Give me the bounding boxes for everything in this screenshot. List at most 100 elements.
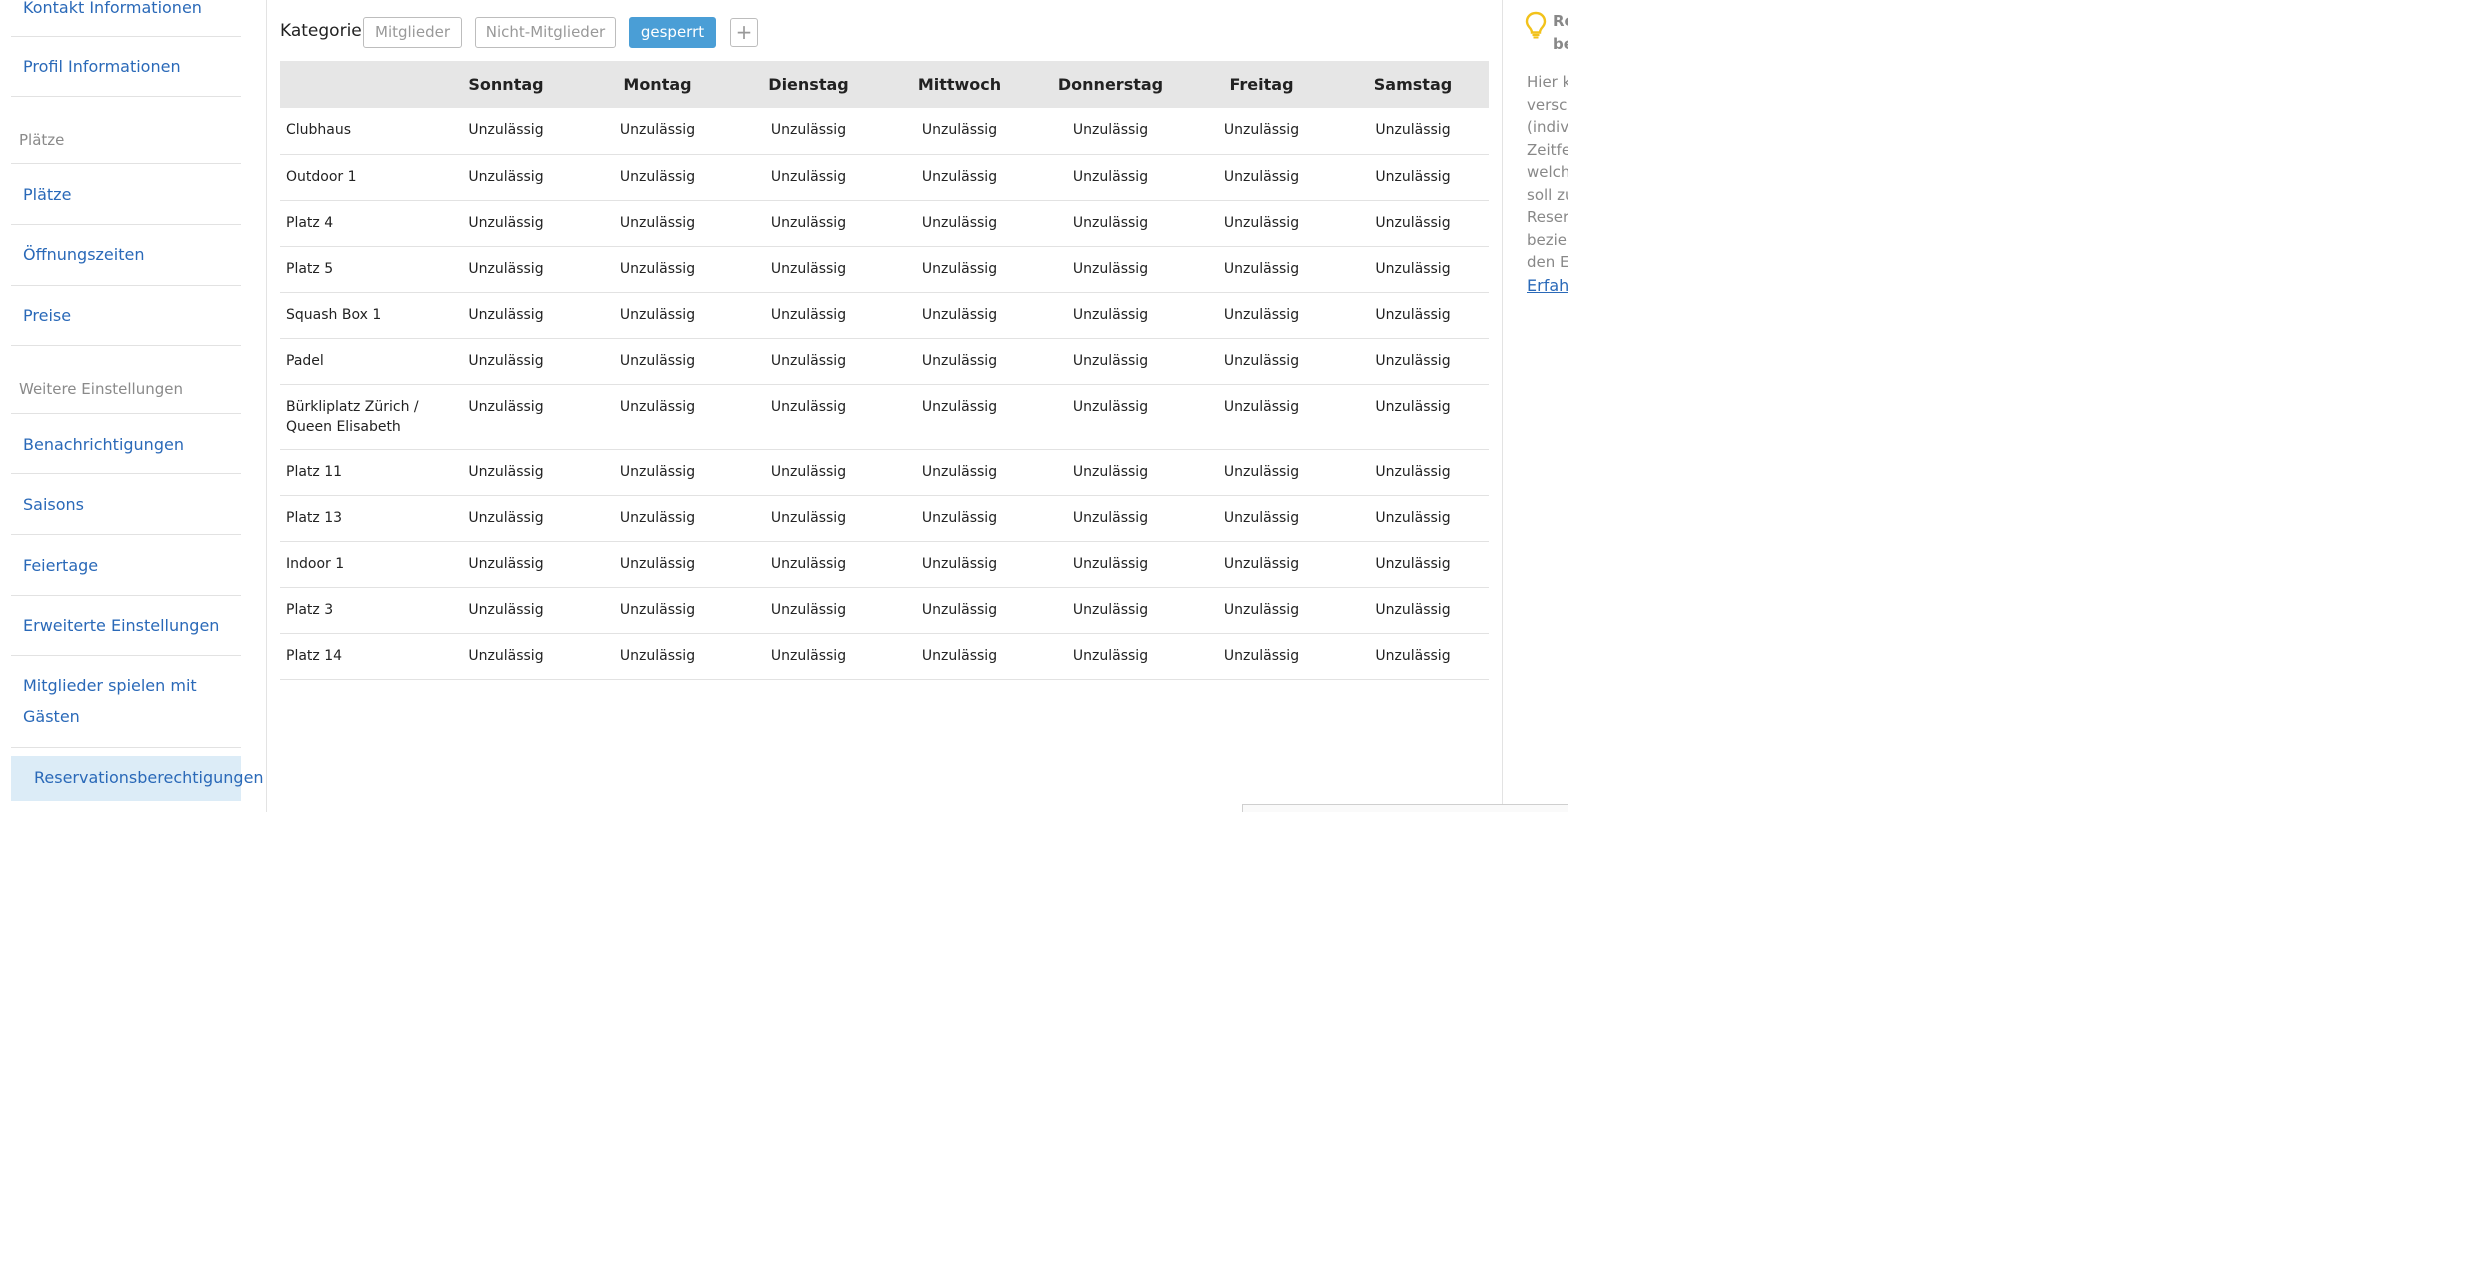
permission-cell-samstag[interactable]: Unzulässig [1337, 587, 1489, 634]
permission-cell-freitag[interactable]: Unzulässig [1186, 154, 1337, 201]
permission-cell-montag[interactable]: Unzulässig [582, 292, 733, 339]
sidebar-item-reservationsberechtigungen[interactable]: Reservationsberechtigungen [34, 768, 264, 787]
permission-cell-dienstag[interactable]: Unzulässig [733, 246, 884, 293]
permission-cell-samstag[interactable]: Unzulässig [1337, 384, 1489, 450]
permission-cell-montag[interactable]: Unzulässig [582, 200, 733, 247]
permission-cell-montag[interactable]: Unzulässig [582, 154, 733, 201]
kategorie-nicht-mitglieder-button[interactable]: Nicht-Mitglieder [475, 17, 616, 48]
permission-cell-mittwoch[interactable]: Unzulässig [884, 449, 1035, 496]
permission-cell-mittwoch[interactable]: Unzulässig [884, 338, 1035, 385]
permission-cell-donnerstag[interactable]: Unzulässig [1035, 587, 1186, 634]
sidebar-item-benachrichtigungen[interactable]: Benachrichtigungen [23, 435, 184, 454]
permission-cell-montag[interactable]: Unzulässig [582, 338, 733, 385]
permission-cell-sonntag[interactable]: Unzulässig [430, 449, 582, 496]
permission-cell-montag[interactable]: Unzulässig [582, 495, 733, 542]
permission-cell-freitag[interactable]: Unzulässig [1186, 633, 1337, 680]
permission-cell-freitag[interactable]: Unzulässig [1186, 541, 1337, 588]
permission-cell-dienstag[interactable]: Unzulässig [733, 587, 884, 634]
sidebar-item-oeffnungszeiten[interactable]: Öffnungszeiten [23, 245, 144, 264]
sidebar-item-reservationsberechtigungen-active[interactable]: Reservationsberechtigungen [11, 756, 264, 801]
permission-cell-samstag[interactable]: Unzulässig [1337, 633, 1489, 680]
sidebar-item-preise[interactable]: Preise [23, 306, 71, 325]
sidebar-item-saisons[interactable]: Saisons [23, 495, 84, 514]
permission-cell-samstag[interactable]: Unzulässig [1337, 338, 1489, 385]
permission-cell-donnerstag[interactable]: Unzulässig [1035, 449, 1186, 496]
permission-cell-montag[interactable]: Unzulässig [582, 587, 733, 634]
permission-cell-mittwoch[interactable]: Unzulässig [884, 541, 1035, 588]
permission-cell-samstag[interactable]: Unzulässig [1337, 108, 1489, 155]
permission-cell-dienstag[interactable]: Unzulässig [733, 154, 884, 201]
permission-cell-samstag[interactable]: Unzulässig [1337, 292, 1489, 339]
permission-cell-dienstag[interactable]: Unzulässig [733, 449, 884, 496]
kategorie-mitglieder-button[interactable]: Mitglieder [363, 17, 462, 48]
permission-cell-samstag[interactable]: Unzulässig [1337, 449, 1489, 496]
help-learn-more-link[interactable]: Erfah [1527, 276, 1568, 295]
permission-cell-freitag[interactable]: Unzulässig [1186, 338, 1337, 385]
permission-cell-montag[interactable]: Unzulässig [582, 246, 733, 293]
permission-cell-sonntag[interactable]: Unzulässig [430, 587, 582, 634]
permission-cell-sonntag[interactable]: Unzulässig [430, 541, 582, 588]
permission-cell-mittwoch[interactable]: Unzulässig [884, 633, 1035, 680]
permission-cell-samstag[interactable]: Unzulässig [1337, 541, 1489, 588]
sidebar-item-feiertage[interactable]: Feiertage [23, 556, 98, 575]
permission-cell-donnerstag[interactable]: Unzulässig [1035, 338, 1186, 385]
permission-cell-montag[interactable]: Unzulässig [582, 449, 733, 496]
permission-cell-dienstag[interactable]: Unzulässig [733, 541, 884, 588]
permission-cell-samstag[interactable]: Unzulässig [1337, 246, 1489, 293]
permission-cell-freitag[interactable]: Unzulässig [1186, 449, 1337, 496]
permission-cell-sonntag[interactable]: Unzulässig [430, 338, 582, 385]
permission-cell-mittwoch[interactable]: Unzulässig [884, 246, 1035, 293]
permission-cell-dienstag[interactable]: Unzulässig [733, 108, 884, 155]
permission-cell-freitag[interactable]: Unzulässig [1186, 108, 1337, 155]
permission-cell-freitag[interactable]: Unzulässig [1186, 384, 1337, 450]
permission-cell-donnerstag[interactable]: Unzulässig [1035, 200, 1186, 247]
permission-cell-dienstag[interactable]: Unzulässig [733, 338, 884, 385]
permission-cell-samstag[interactable]: Unzulässig [1337, 154, 1489, 201]
permission-cell-sonntag[interactable]: Unzulässig [430, 246, 582, 293]
permission-cell-sonntag[interactable]: Unzulässig [430, 633, 582, 680]
permission-cell-donnerstag[interactable]: Unzulässig [1035, 246, 1186, 293]
permission-cell-sonntag[interactable]: Unzulässig [430, 200, 582, 247]
permission-cell-dienstag[interactable]: Unzulässig [733, 292, 884, 339]
permission-cell-dienstag[interactable]: Unzulässig [733, 633, 884, 680]
kategorie-gesperrt-button[interactable]: gesperrt [629, 17, 716, 48]
permission-cell-donnerstag[interactable]: Unzulässig [1035, 541, 1186, 588]
permission-cell-sonntag[interactable]: Unzulässig [430, 384, 582, 450]
sidebar-item-erweiterte-einstellungen[interactable]: Erweiterte Einstellungen [23, 616, 219, 635]
permission-cell-freitag[interactable]: Unzulässig [1186, 246, 1337, 293]
permission-cell-freitag[interactable]: Unzulässig [1186, 292, 1337, 339]
horizontal-scrollbar[interactable] [1242, 804, 1568, 812]
permission-cell-mittwoch[interactable]: Unzulässig [884, 292, 1035, 339]
permission-cell-donnerstag[interactable]: Unzulässig [1035, 154, 1186, 201]
permission-cell-mittwoch[interactable]: Unzulässig [884, 384, 1035, 450]
sidebar-item-kontakt-informationen[interactable]: Kontakt Informationen [23, 0, 202, 17]
permission-cell-mittwoch[interactable]: Unzulässig [884, 108, 1035, 155]
permission-cell-donnerstag[interactable]: Unzulässig [1035, 384, 1186, 450]
permission-cell-montag[interactable]: Unzulässig [582, 384, 733, 450]
permission-cell-sonntag[interactable]: Unzulässig [430, 108, 582, 155]
permission-cell-samstag[interactable]: Unzulässig [1337, 495, 1489, 542]
permission-cell-dienstag[interactable]: Unzulässig [733, 384, 884, 450]
sidebar-item-plaetze[interactable]: Plätze [23, 185, 71, 204]
permission-cell-samstag[interactable]: Unzulässig [1337, 200, 1489, 247]
permission-cell-freitag[interactable]: Unzulässig [1186, 587, 1337, 634]
permission-cell-montag[interactable]: Unzulässig [582, 633, 733, 680]
permission-cell-freitag[interactable]: Unzulässig [1186, 495, 1337, 542]
permission-cell-mittwoch[interactable]: Unzulässig [884, 587, 1035, 634]
permission-cell-dienstag[interactable]: Unzulässig [733, 200, 884, 247]
permission-cell-sonntag[interactable]: Unzulässig [430, 154, 582, 201]
permission-cell-montag[interactable]: Unzulässig [582, 108, 733, 155]
permission-cell-freitag[interactable]: Unzulässig [1186, 200, 1337, 247]
sidebar-item-profil-informationen[interactable]: Profil Informationen [23, 57, 181, 76]
permission-cell-sonntag[interactable]: Unzulässig [430, 495, 582, 542]
permission-cell-sonntag[interactable]: Unzulässig [430, 292, 582, 339]
permission-cell-montag[interactable]: Unzulässig [582, 541, 733, 588]
permission-cell-dienstag[interactable]: Unzulässig [733, 495, 884, 542]
permission-cell-donnerstag[interactable]: Unzulässig [1035, 292, 1186, 339]
permission-cell-mittwoch[interactable]: Unzulässig [884, 154, 1035, 201]
permission-cell-mittwoch[interactable]: Unzulässig [884, 200, 1035, 247]
add-category-button[interactable]: + [730, 18, 758, 47]
permission-cell-donnerstag[interactable]: Unzulässig [1035, 495, 1186, 542]
sidebar-item-mitglieder-spielen-mit-gaesten[interactable]: Mitglieder spielen mit Gästen [23, 670, 197, 732]
permission-cell-donnerstag[interactable]: Unzulässig [1035, 108, 1186, 155]
